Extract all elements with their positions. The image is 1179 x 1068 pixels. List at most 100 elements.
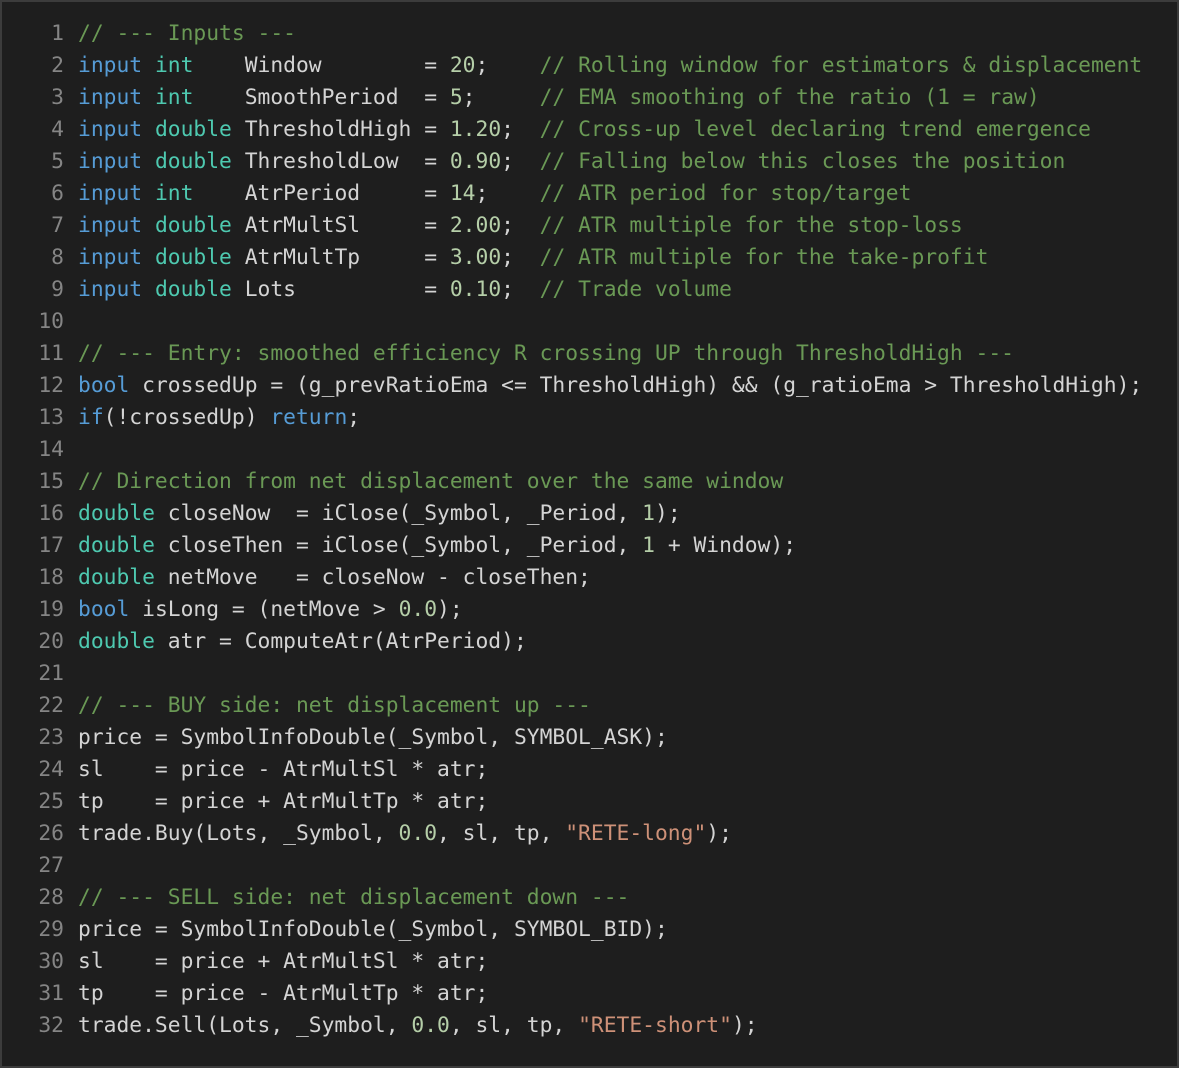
code-line[interactable]: 19 bool isLong = (netMove > 0.0);: [2, 594, 1177, 626]
code-text[interactable]: // --- SELL side: net displacement down …: [78, 882, 629, 914]
code-line[interactable]: 1 // --- Inputs ---: [2, 18, 1177, 50]
code-line[interactable]: 8 input double AtrMultTp = 3.00; // ATR m…: [2, 242, 1177, 274]
token-keyword: bool: [78, 373, 130, 398]
token-keyword: input: [78, 213, 143, 238]
token-keyword: bool: [78, 597, 130, 622]
code-text[interactable]: // --- BUY side: net displacement up ---: [78, 690, 591, 722]
code-text[interactable]: double atr = ComputeAtr(AtrPeriod);: [78, 626, 527, 658]
token-plain: ;: [462, 85, 540, 110]
code-text[interactable]: // Direction from net displacement over …: [78, 466, 783, 498]
code-text[interactable]: input int SmoothPeriod = 5; // EMA smoot…: [78, 82, 1040, 114]
code-line[interactable]: 6 input int AtrPeriod = 14; // ATR period…: [2, 178, 1177, 210]
line-number: 11: [38, 341, 64, 366]
line-number: 13: [38, 405, 64, 430]
line-number: 26: [38, 821, 64, 846]
code-line[interactable]: 32 trade.Sell(Lots, _Symbol, 0.0, sl, tp,…: [2, 1010, 1177, 1042]
code-text[interactable]: input double Lots = 0.10; // Trade volum…: [78, 274, 732, 306]
code-text[interactable]: input double AtrMultSl = 2.00; // ATR mu…: [78, 210, 963, 242]
token-keyword: input: [78, 181, 143, 206]
code-line[interactable]: 13 if(!crossedUp) return;: [2, 402, 1177, 434]
code-text[interactable]: if(!crossedUp) return;: [78, 402, 360, 434]
code-text[interactable]: input double AtrMultTp = 3.00; // ATR mu…: [78, 242, 988, 274]
code-line[interactable]: 25 tp = price + AtrMultTp * atr;: [2, 786, 1177, 818]
code-line[interactable]: 21: [2, 658, 1177, 690]
token-plain: Window =: [193, 53, 450, 78]
code-text[interactable]: sl = price - AtrMultSl * atr;: [78, 754, 488, 786]
token-number: 1: [642, 533, 655, 558]
token-plain: ;: [501, 277, 540, 302]
token-plain: closeThen = iClose(_Symbol, _Period,: [154, 533, 643, 558]
code-text[interactable]: double closeNow = iClose(_Symbol, _Perio…: [78, 498, 681, 530]
code-line[interactable]: 24 sl = price - AtrMultSl * atr;: [2, 754, 1177, 786]
token-keyword: input: [78, 149, 143, 174]
code-line[interactable]: 15 // Direction from net displacement ove…: [2, 466, 1177, 498]
line-number: 18: [38, 565, 64, 590]
code-line[interactable]: 20 double atr = ComputeAtr(AtrPeriod);: [2, 626, 1177, 658]
line-number: 5: [51, 149, 64, 174]
token-plain: AtrMultTp =: [231, 245, 450, 270]
token-plain: price = SymbolInfoDouble(_Symbol, SYMBOL…: [78, 917, 668, 942]
code-line[interactable]: 23 price = SymbolInfoDouble(_Symbol, SYMB…: [2, 722, 1177, 754]
code-text[interactable]: trade.Buy(Lots, _Symbol, 0.0, sl, tp, "R…: [78, 818, 732, 850]
code-line[interactable]: 7 input double AtrMultSl = 2.00; // ATR m…: [2, 210, 1177, 242]
code-text[interactable]: input double ThresholdLow = 0.90; // Fal…: [78, 146, 1065, 178]
code-text[interactable]: double netMove = closeNow - closeThen;: [78, 562, 591, 594]
token-keyword: return: [270, 405, 348, 430]
code-line[interactable]: 17 double closeThen = iClose(_Symbol, _Pe…: [2, 530, 1177, 562]
token-type: double: [78, 565, 155, 590]
code-text[interactable]: input int AtrPeriod = 14; // ATR period …: [78, 178, 911, 210]
token-comment: // ATR multiple for the take-profit: [539, 245, 989, 270]
token-number: 20: [449, 53, 476, 78]
code-text[interactable]: double closeThen = iClose(_Symbol, _Peri…: [78, 530, 796, 562]
code-text[interactable]: input int Window = 20; // Rolling window…: [78, 50, 1142, 82]
code-text[interactable]: tp = price - AtrMultTp * atr;: [78, 978, 488, 1010]
code-line[interactable]: 11 // --- Entry: smoothed efficiency R cr…: [2, 338, 1177, 370]
line-number: 27: [38, 853, 64, 878]
line-number: 22: [38, 693, 64, 718]
token-type: int: [154, 53, 194, 78]
code-text[interactable]: tp = price + AtrMultTp * atr;: [78, 786, 488, 818]
code-text[interactable]: bool crossedUp = (g_prevRatioEma <= Thre…: [78, 370, 1142, 402]
token-type: double: [154, 277, 232, 302]
code-line[interactable]: 5 input double ThresholdLow = 0.90; // Fa…: [2, 146, 1177, 178]
code-line[interactable]: 30 sl = price + AtrMultSl * atr;: [2, 946, 1177, 978]
code-text[interactable]: price = SymbolInfoDouble(_Symbol, SYMBOL…: [78, 722, 668, 754]
code-text[interactable]: trade.Sell(Lots, _Symbol, 0.0, sl, tp, "…: [78, 1010, 758, 1042]
code-editor[interactable]: 1 // --- Inputs --- 2 input int Window = 20…: [2, 18, 1177, 1042]
token-type: double: [154, 213, 232, 238]
code-line[interactable]: 29 price = SymbolInfoDouble(_Symbol, SYMB…: [2, 914, 1177, 946]
code-line[interactable]: 9 input double Lots = 0.10; // Trade volu…: [2, 274, 1177, 306]
line-number: 30: [38, 949, 64, 974]
code-text[interactable]: input double ThresholdHigh = 1.20; // Cr…: [78, 114, 1091, 146]
code-line[interactable]: 12 bool crossedUp = (g_prevRatioEma <= Th…: [2, 370, 1177, 402]
code-text[interactable]: sl = price + AtrMultSl * atr;: [78, 946, 488, 978]
code-line[interactable]: 16 double closeNow = iClose(_Symbol, _Per…: [2, 498, 1177, 530]
code-line[interactable]: 18 double netMove = closeNow - closeThen;: [2, 562, 1177, 594]
code-line[interactable]: 22 // --- BUY side: net displacement up -…: [2, 690, 1177, 722]
code-line[interactable]: 2 input int Window = 20; // Rolling windo…: [2, 50, 1177, 82]
code-line[interactable]: 14: [2, 434, 1177, 466]
code-line[interactable]: 3 input int SmoothPeriod = 5; // EMA smoo…: [2, 82, 1177, 114]
code-text[interactable]: // --- Entry: smoothed efficiency R cros…: [78, 338, 1014, 370]
token-comment: // Falling below this closes the positio…: [539, 149, 1066, 174]
token-plain: netMove = closeNow - closeThen;: [154, 565, 591, 590]
line-number: 32: [38, 1013, 64, 1038]
code-text[interactable]: bool isLong = (netMove > 0.0);: [78, 594, 463, 626]
code-line[interactable]: 28 // --- SELL side: net displacement dow…: [2, 882, 1177, 914]
token-keyword: input: [78, 277, 143, 302]
token-number: 5: [449, 85, 463, 110]
code-text[interactable]: // --- Inputs ---: [78, 18, 296, 50]
line-number: 8: [51, 245, 64, 270]
code-line[interactable]: 31 tp = price - AtrMultTp * atr;: [2, 978, 1177, 1010]
code-text[interactable]: price = SymbolInfoDouble(_Symbol, SYMBOL…: [78, 914, 668, 946]
code-line[interactable]: 27: [2, 850, 1177, 882]
token-type: double: [78, 629, 155, 654]
token-number: 0.0: [398, 821, 438, 846]
line-number: 20: [38, 629, 64, 654]
line-number: 4: [51, 117, 64, 142]
code-line[interactable]: 26 trade.Buy(Lots, _Symbol, 0.0, sl, tp, …: [2, 818, 1177, 850]
code-line[interactable]: 10: [2, 306, 1177, 338]
line-number: 21: [38, 661, 64, 686]
code-line[interactable]: 4 input double ThresholdHigh = 1.20; // C…: [2, 114, 1177, 146]
